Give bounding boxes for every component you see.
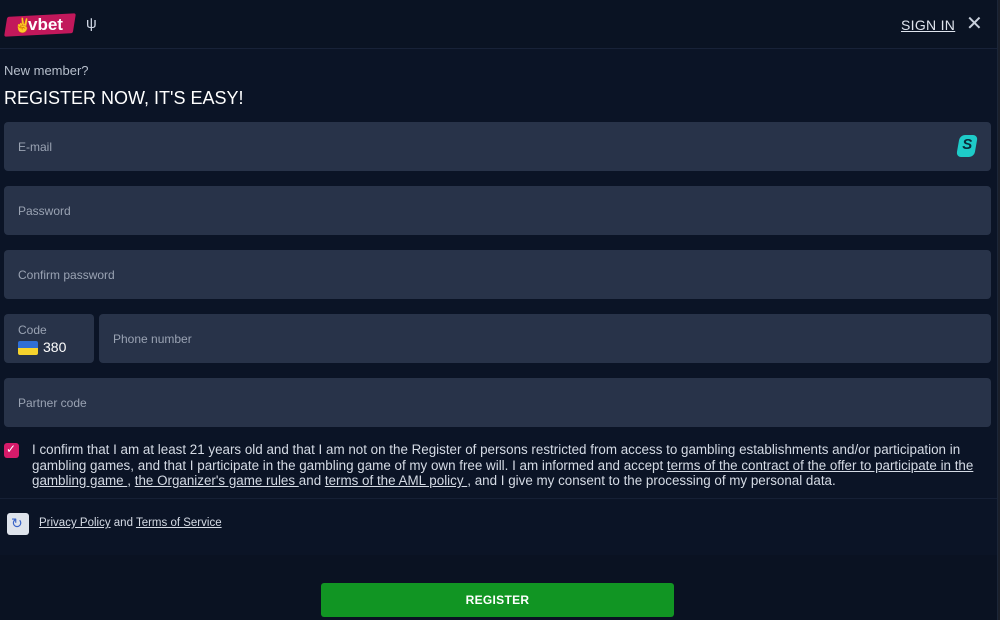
registration-modal: ✌ vbet ψ SIGN IN ✕ New member? REGISTER … [0, 0, 998, 620]
partner-code-field[interactable]: Partner code [4, 378, 991, 427]
consent-text-part-2: , and I give my consent to the processin… [467, 473, 836, 488]
privacy-policy-link[interactable]: Privacy Policy [39, 517, 111, 529]
recaptcha-and: and [110, 517, 136, 529]
partner-code-placeholder: Partner code [18, 395, 87, 410]
close-icon[interactable]: ✕ [966, 14, 983, 34]
confirm-password-field[interactable]: Confirm password [4, 250, 991, 299]
recaptcha-icon[interactable]: ↻ [7, 513, 29, 535]
consent-separator-1: , [127, 473, 135, 488]
check-icon: ✓ [6, 442, 17, 456]
subtitle: New member? [4, 63, 89, 78]
password-placeholder: Password [18, 203, 71, 218]
email-placeholder: E-mail [18, 139, 53, 154]
header: ✌ vbet ψ SIGN IN ✕ [0, 0, 997, 49]
email-field[interactable]: E-mail S [4, 122, 991, 171]
code-label: Code [18, 323, 47, 337]
consent-checkbox[interactable]: ✓ [4, 442, 19, 458]
logo-text: vbet [28, 15, 63, 34]
divider [0, 498, 997, 499]
ukraine-flag-icon [18, 341, 38, 355]
trident-icon: ψ [86, 15, 97, 32]
consent-separator-2: and [298, 473, 325, 488]
aml-policy-link[interactable]: terms of the AML policy [325, 473, 467, 488]
terms-of-service-link[interactable]: Terms of Service [136, 517, 222, 529]
page-title: REGISTER NOW, IT'S EASY! [4, 88, 244, 108]
sign-in-link[interactable]: SIGN IN [901, 17, 955, 33]
game-rules-link[interactable]: the Organizer's game rules [135, 473, 299, 488]
phone-placeholder: Phone number [113, 331, 192, 346]
country-code-select[interactable]: Code 380 [4, 314, 94, 363]
vbet-logo[interactable]: ✌ vbet [4, 13, 76, 37]
code-value: 380 [43, 339, 67, 355]
register-button[interactable]: REGISTER [321, 583, 674, 617]
recaptcha-terms: Privacy Policy and Terms of Service [39, 517, 222, 529]
password-field[interactable]: Password [4, 186, 991, 235]
consent-text: I confirm that I am at least 21 years ol… [32, 442, 990, 489]
confirm-password-placeholder: Confirm password [18, 267, 115, 282]
surfshark-extension-icon[interactable]: S [956, 135, 978, 157]
phone-number-field[interactable]: Phone number [99, 314, 991, 363]
